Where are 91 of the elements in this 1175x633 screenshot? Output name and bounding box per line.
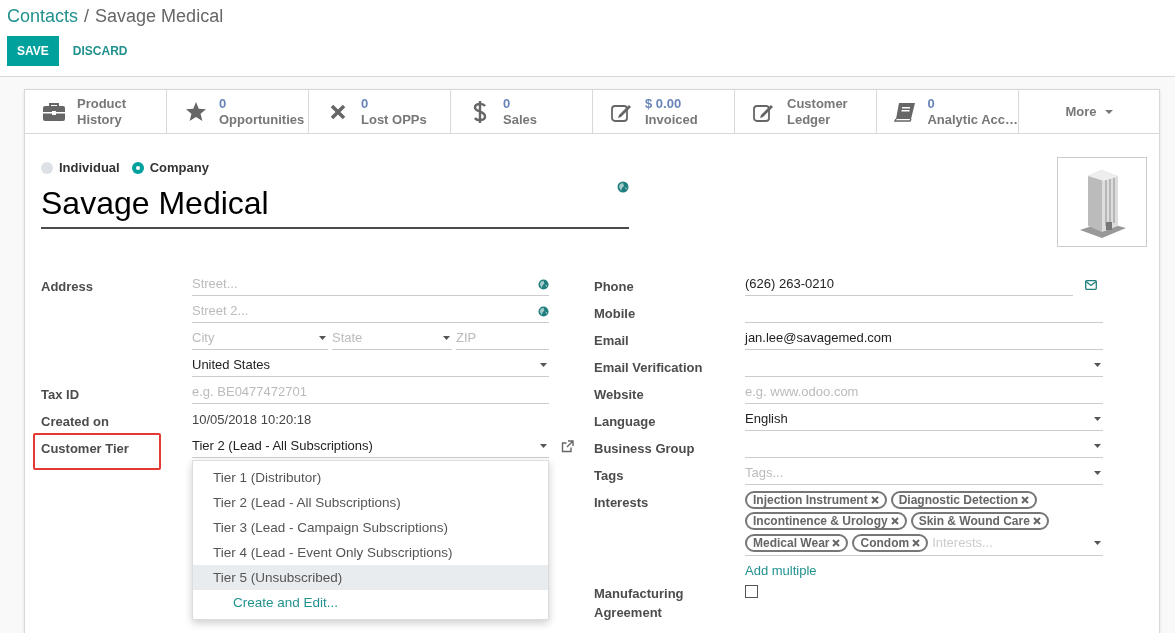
stat-label: Lost OPPs: [361, 111, 427, 128]
add-multiple-link[interactable]: Add multiple: [745, 560, 817, 580]
smart-button[interactable]: $ 0.00 Invoiced: [593, 90, 735, 133]
globe-icon[interactable]: [538, 305, 549, 317]
tag[interactable]: Skin & Wound Care: [910, 512, 1049, 530]
field-label: Mobile: [594, 305, 636, 323]
field-label: Address: [41, 278, 94, 296]
globe-icon[interactable]: [617, 181, 629, 193]
tag[interactable]: Diagnostic Detection: [890, 491, 1038, 509]
field-label: Website: [594, 386, 644, 404]
tag[interactable]: Incontinence & Urology: [745, 512, 907, 530]
button-label: Product History: [77, 95, 128, 128]
dropdown-option[interactable]: Tier 1 (Distributor): [193, 465, 548, 490]
select-field[interactable]: English: [745, 408, 1103, 431]
smart-button[interactable]: 0 Lost OPPs: [309, 90, 451, 133]
remove-icon[interactable]: [870, 496, 879, 504]
radio-option[interactable]: Individual: [41, 158, 120, 178]
tag[interactable]: Medical Wear: [745, 533, 849, 552]
book-icon: [894, 101, 917, 122]
radio-icon[interactable]: [131, 162, 144, 174]
external-link-icon[interactable]: [561, 440, 574, 453]
country-select[interactable]: United States: [192, 354, 549, 377]
caret-icon: [1094, 363, 1101, 367]
caret-icon: [1104, 109, 1113, 114]
tag[interactable]: Injection Instrument: [745, 491, 887, 509]
globe-icon[interactable]: [538, 278, 549, 290]
field-label: Tax ID: [41, 386, 80, 404]
remove-icon[interactable]: [1032, 517, 1041, 525]
stat-value: 0: [503, 95, 512, 112]
caret-icon: [540, 363, 547, 367]
stat-value: 0: [927, 95, 936, 112]
discard-button[interactable]: DISCARD: [60, 36, 140, 66]
company-image[interactable]: [1057, 157, 1147, 247]
dropdown-option[interactable]: Tier 4 (Lead - Event Only Subscriptions): [193, 540, 548, 565]
smart-button[interactable]: 0 Analytic Acc…: [877, 90, 1019, 133]
caret-icon: [1094, 471, 1101, 475]
select-field[interactable]: Tier 2 (Lead - All Subscriptions): [192, 435, 549, 458]
button-label: Customer Ledger: [787, 95, 849, 128]
breadcrumb-separator: /: [84, 4, 90, 28]
caret-icon: [540, 444, 547, 448]
stat-label: Opportunities: [219, 111, 305, 128]
field-label: Business Group: [594, 440, 695, 458]
caret-icon: [319, 336, 326, 340]
field-label: Tags: [594, 467, 624, 485]
stat-label: Analytic Acc…: [927, 111, 1018, 128]
stat-label: Sales: [503, 111, 537, 128]
field-label: Created on: [41, 413, 109, 431]
remove-icon[interactable]: [832, 538, 841, 547]
input-field[interactable]: (626) 263-0210: [745, 273, 1073, 296]
dropdown-option[interactable]: Tier 2 (Lead - All Subscriptions): [193, 490, 548, 515]
caret-icon: [1094, 417, 1101, 421]
remove-icon[interactable]: [1021, 496, 1030, 504]
field-label: Phone: [594, 278, 634, 296]
more-dropdown[interactable]: More: [1019, 90, 1159, 133]
stat-value: 0: [219, 95, 228, 112]
smart-button[interactable]: 0 Sales: [451, 90, 593, 133]
stat-value: $ 0.00: [645, 95, 683, 112]
field-label: Manufacturing Agreement: [594, 585, 685, 622]
remove-icon[interactable]: [912, 538, 921, 547]
smart-button[interactable]: Product History: [25, 90, 167, 133]
stat-value: 0: [361, 95, 370, 112]
envelope-icon[interactable]: [1085, 279, 1097, 290]
field-label: Interests: [594, 494, 649, 512]
dropdown-option[interactable]: Tier 3 (Lead - Campaign Subscriptions): [193, 515, 548, 540]
briefcase-icon: [42, 101, 66, 122]
breadcrumb-link[interactable]: Contacts: [7, 2, 79, 30]
field-value: 10/05/2018 10:20:18: [192, 411, 313, 429]
company-name-field[interactable]: Savage Medical: [41, 183, 617, 223]
input-field[interactable]: jan.lee@savagemed.com: [745, 327, 1103, 350]
save-button[interactable]: SAVE: [7, 36, 59, 66]
field-label: Email Verification: [594, 359, 703, 377]
field-label: Language: [594, 413, 656, 431]
tag[interactable]: Condom: [852, 533, 929, 552]
remove-icon[interactable]: [890, 517, 899, 525]
close-icon: [330, 103, 346, 120]
star-icon: [185, 101, 207, 122]
caret-icon: [1094, 540, 1101, 545]
caret-icon: [443, 336, 450, 340]
radio-option[interactable]: Company: [131, 158, 209, 178]
checkbox[interactable]: [745, 585, 758, 598]
radio-icon[interactable]: [41, 162, 53, 174]
dropdown-option[interactable]: Tier 5 (Unsubscribed): [193, 565, 548, 590]
stat-label: Invoiced: [645, 111, 698, 128]
field-label: Email: [594, 332, 629, 350]
dollar-icon: [473, 99, 487, 124]
smart-button[interactable]: 0 Opportunities: [167, 90, 309, 133]
create-and-edit-link[interactable]: Create and Edit...: [193, 590, 548, 615]
smart-button[interactable]: Customer Ledger: [735, 90, 877, 133]
caret-icon: [1094, 444, 1101, 448]
breadcrumb-current: Savage Medical: [95, 4, 224, 28]
field-label: Customer Tier: [33, 433, 161, 470]
